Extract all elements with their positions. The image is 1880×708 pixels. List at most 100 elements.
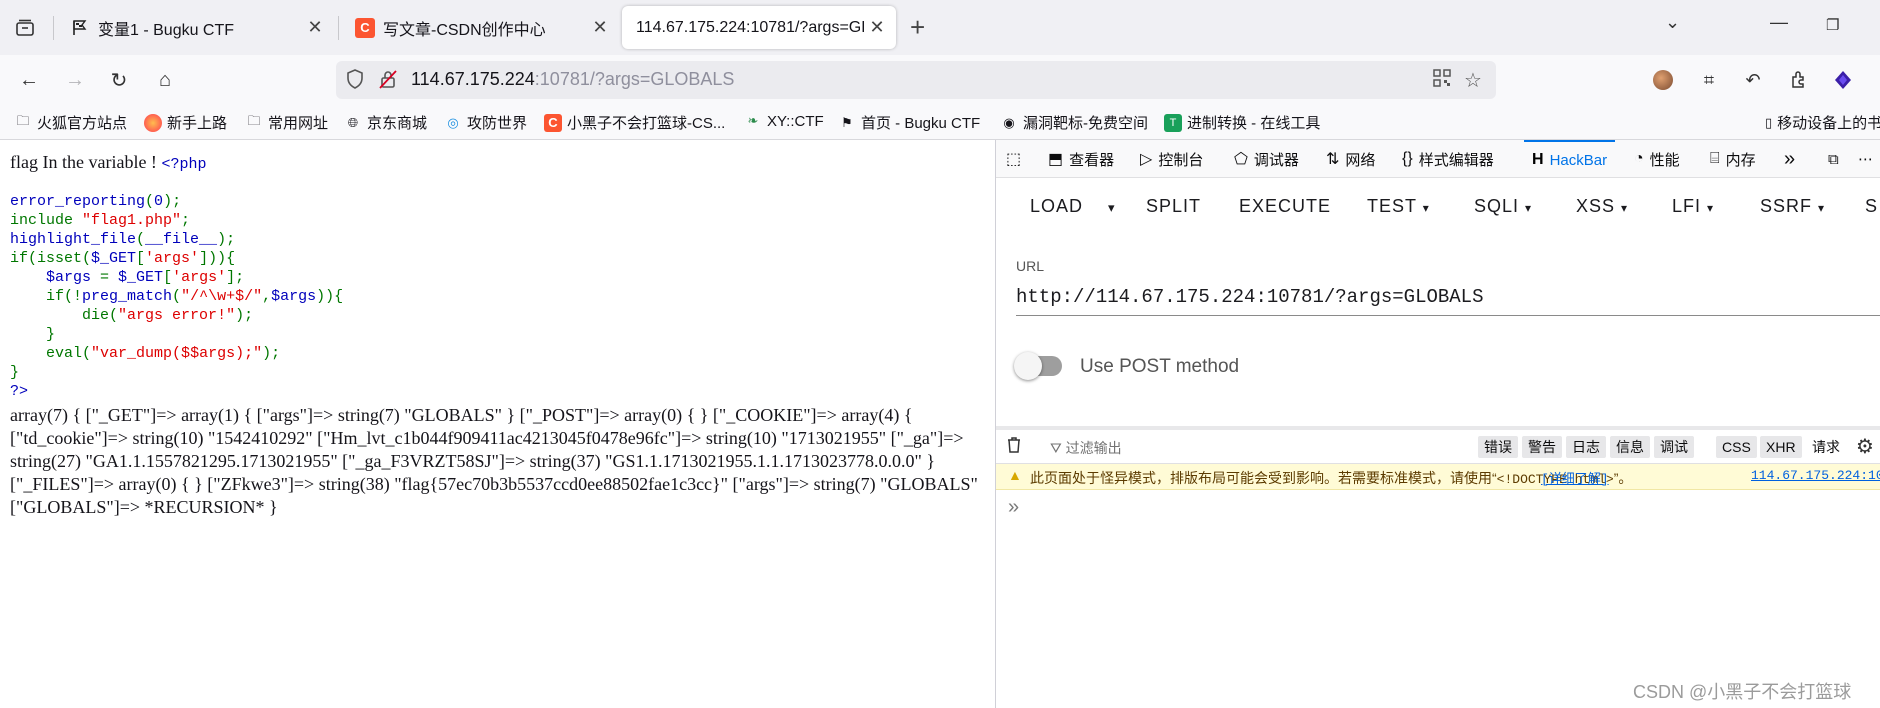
lfi-menu[interactable]: LFI ▾ — [1672, 196, 1714, 217]
source-link[interactable]: 114.67.175.224:10 — [1751, 468, 1880, 483]
tab-console[interactable]: ▷ 控制台 — [1140, 140, 1203, 178]
test-menu[interactable]: TEST ▾ — [1367, 196, 1430, 217]
tab-network[interactable]: ⇅ 网络 — [1326, 140, 1375, 178]
sqli-menu[interactable]: SQLI ▾ — [1474, 196, 1532, 217]
filter-requests[interactable]: 请求 — [1806, 436, 1846, 458]
post-method-toggle[interactable] — [1014, 352, 1062, 380]
hackbar-icon: H — [1532, 151, 1544, 168]
filter-warnings[interactable]: 警告 — [1522, 436, 1562, 458]
forward-icon[interactable]: → — [60, 65, 90, 95]
tab-style-editor[interactable]: {} 样式编辑器 — [1402, 140, 1494, 178]
address-bar[interactable]: 114.67.175.224:10781/?args=GLOBALS ☆ — [336, 61, 1496, 99]
filter-input[interactable]: ⛛ 过滤输出 — [1050, 438, 1122, 458]
devtools-tab-label: 性能 — [1649, 151, 1680, 169]
tab-bugku[interactable]: 变量1 - Bugku CTF ✕ — [56, 6, 334, 49]
console-input[interactable]: » — [1008, 496, 1019, 519]
bookmark-label: 进制转换 - 在线工具 — [1187, 115, 1321, 132]
address-path: :10781/?args=GLOBALS — [534, 69, 735, 89]
devtools-panel: ⬚ ⬒ 查看器 ▷ 控制台 ⬠ 调试器 ⇅ 网络 {} 样式编辑器 H HackBar ◔ 性… — [995, 140, 1880, 708]
code-token: 'args' — [145, 250, 200, 267]
menu-dots-icon[interactable]: ⋯ — [1858, 140, 1873, 178]
close-icon[interactable]: ✕ — [302, 15, 328, 41]
post-method-label: Use POST method — [1080, 356, 1240, 377]
hackbar-extension-icon[interactable] — [1830, 67, 1856, 93]
more-tabs-icon[interactable]: » — [1784, 140, 1795, 178]
bookmark-item[interactable]: ⚑ 首页 - Bugku CTF — [838, 112, 980, 133]
filter-errors[interactable]: 错误 — [1478, 436, 1518, 458]
code-token: die — [82, 307, 110, 324]
filter-info[interactable]: 信息 — [1610, 436, 1650, 458]
bookmark-star-icon[interactable]: ☆ — [1464, 68, 1482, 93]
execute-button[interactable]: EXECUTE — [1239, 196, 1331, 217]
crop-icon[interactable]: ⌗ — [1696, 67, 1722, 93]
tab-performance[interactable]: ◔ 性能 — [1634, 140, 1680, 178]
console-warning: ▲ 此页面处于怪异模式，排版布局可能会受到影响。若需要标准模式，请使用“<!DO… — [996, 464, 1880, 490]
ssrf-menu[interactable]: SSRF ▾ — [1760, 196, 1825, 217]
address-text[interactable]: 114.67.175.224:10781/?args=GLOBALS — [411, 69, 734, 90]
filter-xhr[interactable]: XHR — [1760, 436, 1802, 458]
tab-csdn[interactable]: C 写文章-CSDN创作中心 ✕ — [341, 6, 619, 49]
close-icon[interactable]: ✕ — [864, 15, 890, 41]
split-button[interactable]: SPLIT — [1146, 196, 1201, 217]
avatar[interactable] — [1650, 67, 1676, 93]
ssrf-label: SSRF — [1760, 196, 1813, 216]
tab-inspector[interactable]: ⬒ 查看器 — [1048, 140, 1114, 178]
bookmark-item[interactable]: ▯ 移动设备上的书 — [1765, 112, 1880, 133]
code-token: } — [46, 326, 56, 343]
home-icon[interactable]: ⌂ — [150, 65, 180, 95]
globe-icon: 🌐︎ — [347, 114, 359, 130]
devtools-tab-label: 内存 — [1725, 151, 1756, 169]
trash-icon[interactable] — [1006, 436, 1022, 459]
bookmark-label: 常用网址 — [268, 115, 329, 132]
firefox-icon — [144, 113, 162, 132]
filter-logs[interactable]: 日志 — [1566, 436, 1606, 458]
filter-css[interactable]: CSS — [1716, 436, 1757, 458]
element-picker-icon[interactable]: ⬚ — [1006, 140, 1027, 178]
gear-icon[interactable]: ⚙ — [1856, 434, 1874, 459]
tab-list-icon[interactable] — [10, 14, 40, 42]
braces-icon: {} — [1402, 150, 1413, 167]
devtools-tab-label: 样式编辑器 — [1418, 151, 1494, 169]
bookmark-item[interactable]: C 小黑子不会打篮球-CS... — [544, 112, 725, 133]
shield-icon[interactable] — [346, 69, 364, 94]
bookmark-item[interactable]: ◉ 漏洞靶标-免费空间 — [1000, 112, 1148, 133]
bookmark-item[interactable]: T 进制转换 - 在线工具 — [1164, 112, 1320, 133]
qr-code-icon[interactable] — [1432, 68, 1452, 94]
bookmark-item[interactable]: 新手上路 — [144, 112, 227, 133]
reload-icon[interactable]: ↻ — [104, 65, 134, 95]
devtools-tab-label: 查看器 — [1069, 151, 1115, 169]
chevron-down-icon[interactable]: ⌄ — [1665, 12, 1680, 33]
undo-icon[interactable]: ↶ — [1740, 67, 1766, 93]
bookmark-item[interactable]: 🗀 火狐官方站点 — [14, 112, 127, 133]
load-dropdown-icon[interactable]: ▾ — [1108, 200, 1116, 216]
bookmark-item[interactable]: 🌐︎ 京东商城 — [344, 112, 427, 133]
restore-icon[interactable]: ❐ — [1826, 16, 1839, 34]
bookmark-item[interactable]: ❧ XY::CTF — [744, 112, 824, 130]
tab-debugger[interactable]: ⬠ 调试器 — [1234, 140, 1299, 178]
insecure-lock-icon[interactable] — [379, 69, 397, 94]
target-icon: ◉ — [1003, 114, 1015, 130]
ssti-menu[interactable]: S — [1865, 196, 1878, 217]
intro-line: flag In the variable ! <?php — [10, 152, 206, 173]
memory-icon: ⌸ — [1710, 150, 1720, 167]
load-button[interactable]: LOAD — [1030, 196, 1083, 217]
xss-menu[interactable]: XSS ▾ — [1576, 196, 1628, 217]
url-field-label: URL — [1016, 258, 1045, 274]
tab-memory[interactable]: ⌸ 内存 — [1710, 140, 1756, 178]
dock-icon[interactable]: ⧉ — [1828, 140, 1839, 178]
extensions-icon[interactable] — [1786, 67, 1812, 93]
bookmark-item[interactable]: ◎ 攻防世界 — [444, 112, 527, 133]
hackbar-url-input[interactable]: http://114.67.175.224:10781/?args=GLOBAL… — [1016, 286, 1880, 316]
code-token: "args error!" — [118, 307, 236, 324]
minimize-icon[interactable]: — — [1770, 12, 1788, 33]
tab-hackbar[interactable]: H HackBar — [1524, 140, 1616, 178]
bookmark-item[interactable]: 🗀 常用网址 — [245, 112, 328, 133]
warning-end: ”。 — [1613, 470, 1633, 486]
filter-debug[interactable]: 调试 — [1654, 436, 1694, 458]
learn-more-link[interactable]: [详细了解] — [1541, 468, 1609, 487]
new-tab-button[interactable]: + — [910, 14, 925, 40]
toggle-knob — [1014, 352, 1042, 380]
close-icon[interactable]: ✕ — [587, 15, 613, 41]
back-icon[interactable]: ← — [14, 65, 44, 95]
tab-active[interactable]: 114.67.175.224:10781/?args=GLC ✕ — [622, 6, 896, 49]
